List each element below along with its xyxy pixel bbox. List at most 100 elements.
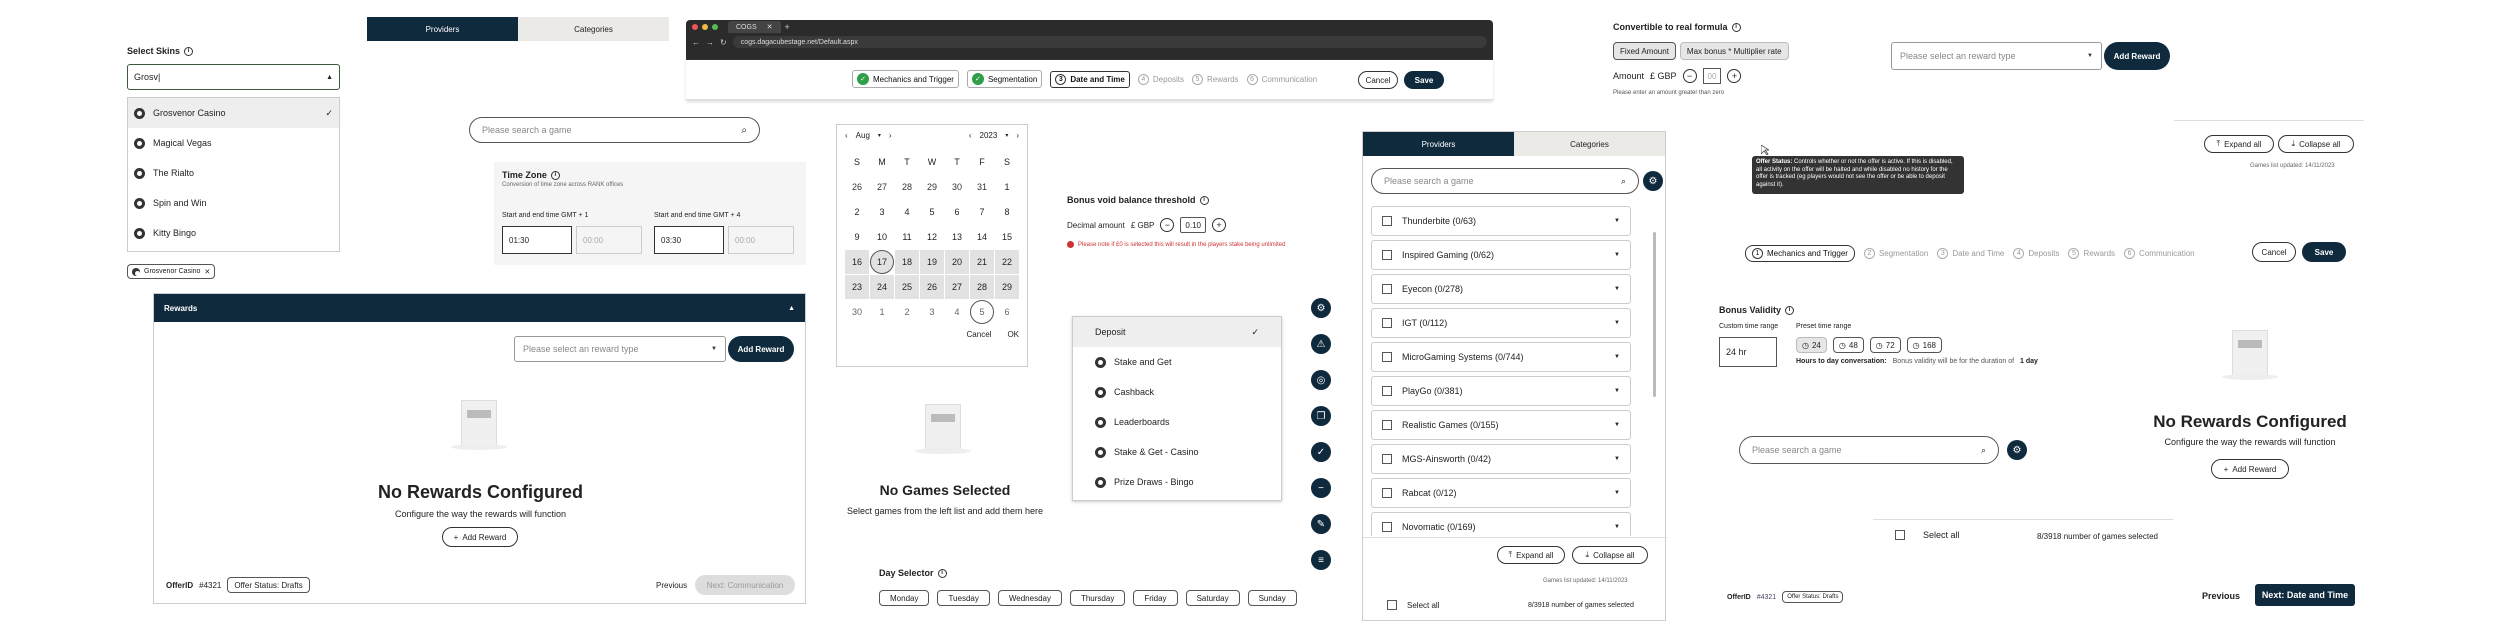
checkbox[interactable] <box>1382 318 1392 328</box>
forward-icon[interactable]: → <box>706 38 714 47</box>
step-deposits[interactable]: 4 Deposits <box>1137 73 1184 85</box>
chevron-down-icon[interactable]: ▼ <box>1614 286 1620 292</box>
gear-icon[interactable]: ⚙ <box>1643 171 1663 191</box>
day-friday-button[interactable]: Friday <box>1133 590 1178 606</box>
month-select[interactable]: Aug <box>856 131 870 140</box>
fixed-amount-option[interactable]: Fixed Amount <box>1613 42 1676 60</box>
step-date-time[interactable]: 3 Date and Time <box>1937 248 2004 259</box>
step-rewards[interactable]: 5 Rewards <box>2068 248 2115 259</box>
provider-row[interactable]: IGT (0/112) ▼ <box>1371 308 1631 338</box>
provider-row[interactable]: Inspired Gaming (0/62) ▼ <box>1371 240 1631 270</box>
menu-item[interactable]: Cashback <box>1073 377 1281 407</box>
time-input-gmt4-end[interactable]: 00:00 <box>728 226 794 254</box>
calendar-day[interactable]: 30 <box>945 175 969 199</box>
back-icon[interactable]: ← <box>692 38 700 47</box>
calendar-day[interactable]: 11 <box>895 225 919 249</box>
chevron-down-icon[interactable]: ▼ <box>1614 218 1620 224</box>
provider-row[interactable]: Rabcat (0/12) ▼ <box>1371 478 1631 508</box>
calendar-day[interactable]: 30 <box>845 300 869 324</box>
calendar-day[interactable]: 27 <box>945 275 969 299</box>
calendar-day[interactable]: 28 <box>895 175 919 199</box>
provider-row[interactable]: Novomatic (0/169) ▼ <box>1371 512 1631 536</box>
calendar-day[interactable]: 2 <box>895 300 919 324</box>
calendar-day[interactable]: 31 <box>970 175 994 199</box>
skins-option[interactable]: Spin and Win <box>128 188 339 218</box>
next-button-disabled[interactable]: Next: Communication <box>695 575 795 595</box>
previous-button[interactable]: Previous <box>2202 591 2240 601</box>
step-mechanics[interactable]: ✓ Mechanics and Trigger <box>852 70 959 88</box>
reward-type-select-top[interactable]: Please select an reward type ▼ <box>1891 42 2102 70</box>
add-reward-button[interactable]: Add Reward <box>728 336 794 362</box>
calendar-day[interactable]: 22 <box>995 250 1019 274</box>
preset-168-button[interactable]: ◷ 168 <box>1906 337 1943 353</box>
tab-categories[interactable]: Categories <box>518 17 669 41</box>
day-saturday-button[interactable]: Saturday <box>1185 590 1240 606</box>
step-segmentation[interactable]: 2 Segmentation <box>1863 248 1928 259</box>
day-sunday-button[interactable]: Sunday <box>1247 590 1297 606</box>
calendar-ok-button[interactable]: OK <box>1007 330 1019 339</box>
select-all-checkbox[interactable] <box>1895 530 1905 540</box>
provider-row[interactable]: Realistic Games (0/155) ▼ <box>1371 410 1631 440</box>
skins-option[interactable]: Magical Vegas <box>128 128 339 158</box>
checkbox[interactable] <box>1382 488 1392 498</box>
reward-type-select[interactable]: Please select an reward type ▼ <box>514 336 726 362</box>
search-game-input[interactable]: Please search a game ⌕ <box>469 117 760 143</box>
next-year-icon[interactable]: › <box>1016 131 1019 140</box>
day-wednesday-button[interactable]: Wednesday <box>997 590 1062 606</box>
new-tab-icon[interactable]: + <box>785 22 790 32</box>
preset-72-button[interactable]: ◷ 72 <box>1869 337 1901 353</box>
calendar-cancel-button[interactable]: Cancel <box>967 330 992 339</box>
skins-input[interactable]: Grosv| ▲ <box>127 64 340 90</box>
maximize-window-icon[interactable] <box>712 24 718 30</box>
offer-status-badge[interactable]: Offer Status: Drafts <box>1782 591 1844 603</box>
add-reward-outline-button[interactable]: + Add Reward <box>2211 459 2289 479</box>
menu-item[interactable]: Prize Draws - Bingo <box>1073 467 1281 497</box>
save-button[interactable]: Save <box>1404 71 1444 89</box>
year-select[interactable]: 2023 <box>980 131 998 140</box>
info-icon[interactable]: i <box>550 170 560 180</box>
skins-option[interactable]: Grosvenor Casino ✓ <box>128 98 339 128</box>
info-icon[interactable]: i <box>1731 22 1741 32</box>
cancel-button[interactable]: Cancel <box>1358 71 1398 89</box>
step-date-time[interactable]: 3 Date and Time <box>1050 70 1130 88</box>
chevron-down-icon[interactable]: ▼ <box>1614 320 1620 326</box>
calendar-day[interactable]: 17 <box>870 250 894 274</box>
rewards-header[interactable]: Rewards ▲ <box>154 294 805 322</box>
day-thursday-button[interactable]: Thursday <box>1069 590 1126 606</box>
chevron-down-icon[interactable]: ▼ <box>1614 524 1620 530</box>
calendar-day[interactable]: 4 <box>945 300 969 324</box>
minus-circle-icon[interactable]: − <box>1311 478 1331 498</box>
gear-icon[interactable]: ⚙ <box>1311 298 1331 318</box>
save-button[interactable]: Save <box>2302 242 2346 262</box>
checkbox[interactable] <box>1382 522 1392 532</box>
calendar-day[interactable]: 1 <box>870 300 894 324</box>
day-tuesday-button[interactable]: Tuesday <box>937 590 990 606</box>
preset-48-button[interactable]: ◷ 48 <box>1832 337 1864 353</box>
checkbox[interactable] <box>1382 386 1392 396</box>
close-icon[interactable]: ✕ <box>204 268 210 276</box>
menu-item[interactable]: Stake and Get <box>1073 347 1281 377</box>
provider-row[interactable]: MGS-Ainsworth (0/42) ▼ <box>1371 444 1631 474</box>
calendar-day[interactable]: 3 <box>920 300 944 324</box>
chevron-down-icon[interactable]: ▼ <box>1614 388 1620 394</box>
checkbox[interactable] <box>1382 352 1392 362</box>
calendar-day[interactable]: 7 <box>970 200 994 224</box>
chevron-down-icon[interactable]: ▼ <box>1614 422 1620 428</box>
menu-item-deposit[interactable]: Deposit ✓ <box>1073 317 1281 347</box>
provider-row[interactable]: Eyecon (0/278) ▼ <box>1371 274 1631 304</box>
calendar-day[interactable]: 10 <box>870 225 894 249</box>
menu-item[interactable]: Stake & Get - Casino <box>1073 437 1281 467</box>
calendar-day[interactable]: 27 <box>870 175 894 199</box>
calendar-day[interactable]: 29 <box>920 175 944 199</box>
calendar-day[interactable]: 15 <box>995 225 1019 249</box>
cancel-button[interactable]: Cancel <box>2252 242 2296 262</box>
calendar-day[interactable]: 26 <box>845 175 869 199</box>
calendar-day[interactable]: 12 <box>920 225 944 249</box>
scrollbar[interactable] <box>1653 232 1656 397</box>
chevron-down-icon[interactable]: ▼ <box>1614 456 1620 462</box>
calendar-day[interactable]: 24 <box>870 275 894 299</box>
tab-categories[interactable]: Categories <box>1514 132 1665 156</box>
target-icon[interactable]: ◎ <box>1311 370 1331 390</box>
next-button[interactable]: Next: Date and Time <box>2255 584 2355 606</box>
calendar-day[interactable]: 4 <box>895 200 919 224</box>
